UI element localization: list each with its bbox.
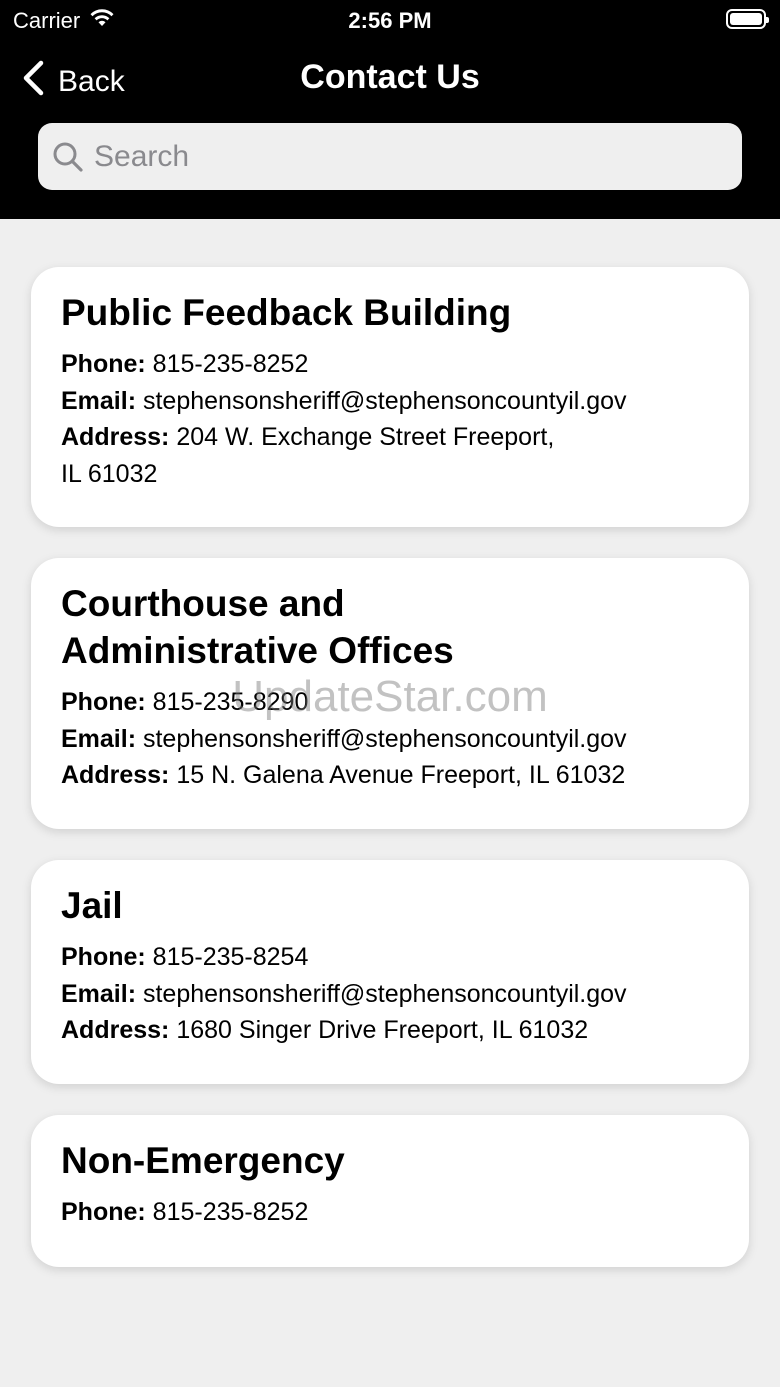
phone-label: Phone: — [61, 688, 146, 716]
address-row: Address: 1680 Singer Drive Freeport, IL … — [61, 1012, 719, 1049]
phone-row: Phone: 815-235-8252 — [61, 1194, 719, 1231]
search-input[interactable] — [94, 139, 714, 174]
email-value[interactable]: stephensonsheriff@stephensoncountyil.gov — [143, 725, 627, 753]
contact-card-jail[interactable]: Jail Phone: 815-235-8254 Email: stephens… — [31, 860, 749, 1084]
header: Carrier 2:56 PM Back Contact Us Search — [0, 0, 780, 219]
phone-value[interactable]: 815-235-8254 — [153, 943, 309, 971]
address-value-line2[interactable]: IL 61032 — [61, 460, 157, 488]
phone-row: Phone: 815-235-8290 — [61, 684, 719, 721]
email-value[interactable]: stephensonsheriff@stephensoncountyil.gov — [143, 980, 627, 1008]
phone-label: Phone: — [61, 1198, 146, 1226]
contact-card-courthouse[interactable]: Courthouse and Administrative Offices Ph… — [31, 558, 749, 829]
address-value[interactable]: 1680 Singer Drive Freeport, IL 61032 — [176, 1016, 588, 1044]
phone-label: Phone: — [61, 350, 146, 378]
contact-name: Courthouse and Administrative Offices — [61, 580, 719, 674]
address-label: Address: — [61, 1016, 170, 1044]
contact-name: Jail — [61, 885, 123, 926]
phone-value[interactable]: 815-235-8252 — [153, 1198, 309, 1226]
address-label: Address: — [61, 423, 170, 451]
address-row: Address: 15 N. Galena Avenue Freeport, I… — [61, 757, 719, 794]
contact-card-non-emergency[interactable]: Non-Emergency Phone: 815-235-8252 — [31, 1115, 749, 1267]
contact-name: Public Feedback Building — [61, 292, 512, 333]
phone-value[interactable]: 815-235-8290 — [153, 688, 309, 716]
phone-value[interactable]: 815-235-8252 — [153, 350, 309, 378]
address-row: Address: 204 W. Exchange Street Freeport… — [61, 419, 719, 456]
contact-card-public-feedback-building[interactable]: Public Feedback Building Phone: 815-235-… — [31, 267, 749, 527]
status-bar: Carrier 2:56 PM — [0, 0, 780, 40]
clock: 2:56 PM — [348, 8, 432, 33]
search-bar[interactable] — [38, 123, 742, 190]
email-label: Email: — [61, 386, 137, 415]
phone-label: Phone: — [61, 943, 146, 971]
email-row: Email: stephensonsheriff@stephensoncount… — [61, 976, 719, 1013]
address-row-continued: IL 61032 — [61, 456, 719, 493]
address-label: Address: — [61, 761, 170, 789]
navigation-bar: Back Contact Us — [0, 50, 780, 110]
phone-row: Phone: 815-235-8254 — [61, 939, 719, 976]
contact-name-line1: Courthouse and — [61, 583, 345, 624]
address-value[interactable]: 15 N. Galena Avenue Freeport, IL 61032 — [176, 761, 625, 789]
email-value[interactable]: stephensonsheriff@stephensoncountyil.gov — [143, 387, 627, 415]
email-label: Email: — [61, 979, 137, 1008]
phone-row: Phone: 815-235-8252 — [61, 346, 719, 383]
battery-icon — [726, 9, 769, 29]
email-row: Email: stephensonsheriff@stephensoncount… — [61, 383, 719, 420]
email-row: Email: stephensonsheriff@stephensoncount… — [61, 721, 719, 758]
contact-name: Non-Emergency — [61, 1140, 345, 1181]
email-label: Email: — [61, 724, 137, 753]
status-right — [726, 9, 769, 29]
page-title: Contact Us — [300, 58, 480, 96]
search-icon — [52, 141, 84, 173]
contact-name-line2: Administrative Offices — [61, 630, 454, 671]
address-value[interactable]: 204 W. Exchange Street Freeport, — [176, 423, 554, 451]
